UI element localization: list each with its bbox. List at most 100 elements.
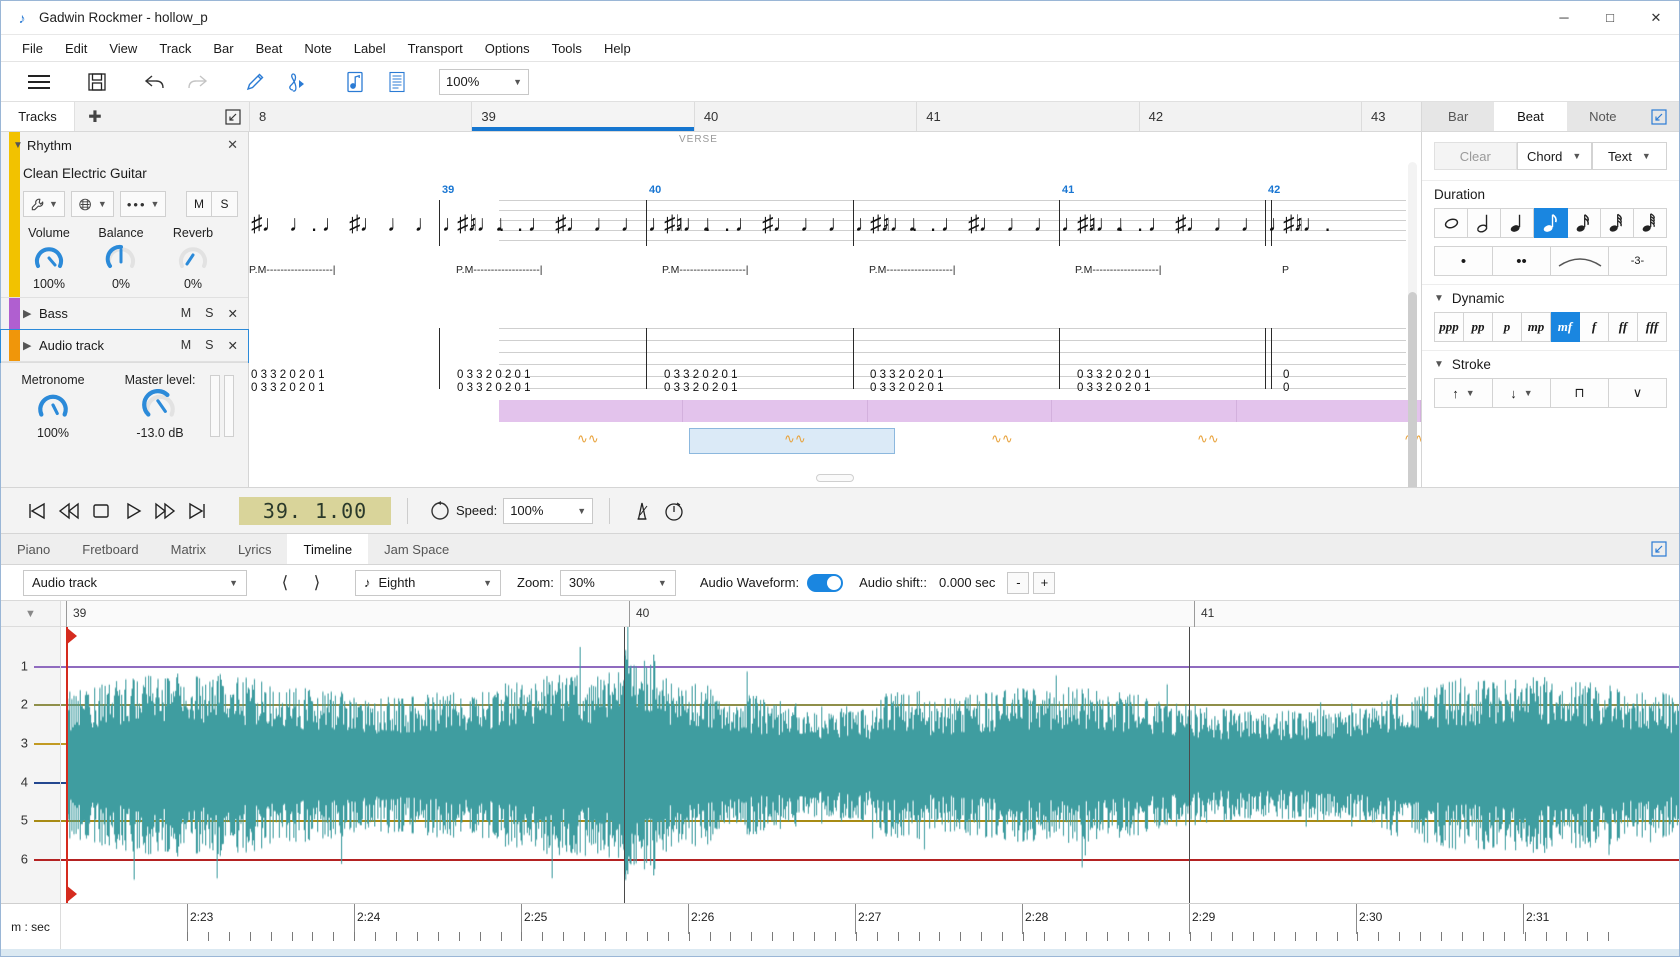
mute-button[interactable]: M (181, 338, 191, 353)
chevron-left-icon[interactable]: ⟨ (269, 569, 301, 597)
zoom-level-select[interactable]: 100% ▼ (439, 69, 529, 95)
tab-note[interactable]: Note (1567, 102, 1639, 131)
chord-dropdown[interactable]: Chord ▼ (1517, 142, 1592, 170)
duration-sixtyfourth-note-button[interactable] (1634, 208, 1667, 238)
stroke-bracket-button[interactable]: ⊓ (1551, 378, 1609, 408)
dynamic-f-button[interactable]: f (1580, 312, 1609, 342)
tab-numbers-row[interactable]: 0 3 3 2 0 2 0 1 (251, 382, 325, 394)
tab-timeline[interactable]: Timeline (287, 534, 368, 564)
collapse-panel-icon[interactable] (1639, 534, 1679, 564)
menu-bar[interactable]: Bar (202, 37, 244, 60)
stroke-down-button[interactable]: ↓ ▼ (1493, 378, 1551, 408)
chevron-down-icon[interactable]: ▼ (1434, 359, 1444, 370)
tab-numbers-row[interactable]: 0 3 3 2 0 2 0 1 (1077, 369, 1151, 381)
track-row-bass[interactable]: ▶ Bass M S ✕ (1, 298, 248, 330)
tab-jam-space[interactable]: Jam Space (368, 534, 465, 564)
bar-cell-42[interactable]: 42 (1139, 102, 1361, 131)
duration-quarter-note-button[interactable] (1501, 208, 1534, 238)
text-dropdown[interactable]: Text ▼ (1592, 142, 1667, 170)
tab-lyrics[interactable]: Lyrics (222, 534, 287, 564)
audio-waveform-toggle[interactable] (807, 574, 843, 592)
track-rhythm[interactable]: ▼ Rhythm ✕ Clean Electric Guitar ▼ ▼ (1, 132, 248, 298)
tab-numbers-row[interactable]: 0 3 3 2 0 2 0 1 (457, 369, 531, 381)
tab-numbers-row[interactable]: 0 (1283, 369, 1289, 381)
audio-track-band[interactable]: ∿∿ ∿∿ ∿∿ ∿∿ ∿∿ (499, 426, 1421, 459)
hamburger-menu-icon[interactable] (19, 66, 59, 98)
audio-shift-minus-button[interactable]: - (1007, 572, 1029, 594)
double-dotted-note-button[interactable]: •• (1493, 246, 1551, 276)
duration-thirtysecond-note-button[interactable] (1601, 208, 1634, 238)
play-icon[interactable] (117, 495, 149, 527)
chevron-right-icon[interactable]: ▶ (23, 339, 39, 352)
dynamic-pp-button[interactable]: pp (1464, 312, 1493, 342)
clear-button[interactable]: Clear (1434, 142, 1517, 170)
tab-numbers-row[interactable]: 0 (1283, 382, 1289, 394)
loop-icon[interactable] (424, 495, 456, 527)
menu-beat[interactable]: Beat (245, 37, 294, 60)
menu-edit[interactable]: Edit (54, 37, 98, 60)
plus-icon[interactable]: ✚ (75, 102, 115, 131)
chevron-down-icon[interactable]: ▼ (13, 140, 27, 151)
tracks-tab[interactable]: Tracks (1, 102, 75, 131)
bar-cell-39[interactable]: 39 (471, 102, 693, 131)
menu-transport[interactable]: Transport (397, 37, 474, 60)
triplet-button[interactable]: -3- (1609, 246, 1667, 276)
volume-knob[interactable] (32, 242, 66, 272)
menu-view[interactable]: View (98, 37, 148, 60)
tempo-icon[interactable] (658, 495, 690, 527)
duration-eighth-note-button[interactable] (1534, 208, 1567, 238)
redo-icon[interactable] (177, 66, 217, 98)
timeline-track-select[interactable]: Audio track ▼ (23, 570, 247, 596)
bar-cell-40[interactable]: 40 (694, 102, 916, 131)
rewind-icon[interactable] (53, 495, 85, 527)
tab-numbers-row[interactable]: 0 3 3 2 0 2 0 1 (870, 369, 944, 381)
tab-numbers-row[interactable]: 0 3 3 2 0 2 0 1 (664, 382, 738, 394)
timeline-zoom-select[interactable]: 30% ▼ (560, 570, 676, 596)
close-button[interactable]: ✕ (1633, 1, 1679, 34)
maximize-button[interactable]: □ (1587, 1, 1633, 34)
tab-matrix[interactable]: Matrix (155, 534, 222, 564)
chevron-right-icon[interactable]: ▶ (23, 307, 39, 320)
tab-beat[interactable]: Beat (1494, 102, 1566, 131)
bass-track-band[interactable] (499, 400, 1421, 422)
wrench-icon-button[interactable]: ▼ (23, 191, 65, 217)
speed-select[interactable]: 100% ▼ (503, 498, 593, 524)
pencil-edit-icon[interactable] (235, 66, 275, 98)
collapse-panel-icon[interactable] (1639, 102, 1679, 131)
menu-help[interactable]: Help (593, 37, 642, 60)
minimize-button[interactable]: ─ (1541, 1, 1587, 34)
solo-button[interactable]: S (205, 306, 213, 321)
undo-icon[interactable] (135, 66, 175, 98)
duration-sixteenth-note-button[interactable] (1568, 208, 1601, 238)
dynamic-p-button[interactable]: p (1493, 312, 1522, 342)
tab-numbers-row[interactable]: 0 3 3 2 0 2 0 1 (870, 382, 944, 394)
score-resize-handle[interactable] (816, 474, 854, 482)
metronome-knob[interactable] (35, 389, 71, 421)
dynamic-ff-button[interactable]: ff (1609, 312, 1638, 342)
solo-button[interactable]: S (205, 338, 213, 353)
time-ruler-ticks[interactable]: 2:23 2:24 2:25 2:26 2:27 2:28 2:29 2:30 … (61, 904, 1679, 949)
tab-numbers-row[interactable]: 0 3 3 2 0 2 0 1 (251, 369, 325, 381)
track-row-audio[interactable]: ▶ Audio track M S ✕ (1, 330, 248, 362)
mute-button[interactable]: M (181, 306, 191, 321)
mute-button[interactable]: M (186, 191, 212, 217)
score-icon[interactable] (335, 66, 375, 98)
chevron-right-icon[interactable]: ⟩ (301, 569, 333, 597)
close-icon[interactable]: ✕ (228, 338, 238, 353)
stroke-section-header[interactable]: ▼ Stroke (1422, 350, 1679, 378)
expand-icon[interactable] (115, 102, 249, 131)
master-level-knob[interactable] (142, 389, 178, 421)
tab-fretboard[interactable]: Fretboard (66, 534, 154, 564)
clef-select-icon[interactable] (277, 66, 317, 98)
tab-piano[interactable]: Piano (1, 534, 66, 564)
dynamic-mf-button[interactable]: mf (1551, 312, 1580, 342)
audio-waveform-display[interactable] (61, 627, 1679, 903)
triangle-down-icon[interactable]: ▼ (1, 601, 61, 626)
duration-half-note-button[interactable] (1468, 208, 1501, 238)
fast-forward-icon[interactable] (149, 495, 181, 527)
dynamic-fff-button[interactable]: fff (1638, 312, 1667, 342)
chevron-down-icon[interactable]: ▼ (1434, 293, 1444, 304)
menu-tools[interactable]: Tools (541, 37, 593, 60)
tie-button[interactable] (1551, 246, 1609, 276)
score-canvas[interactable]: VERSE 39 40 41 42 (249, 132, 1421, 487)
